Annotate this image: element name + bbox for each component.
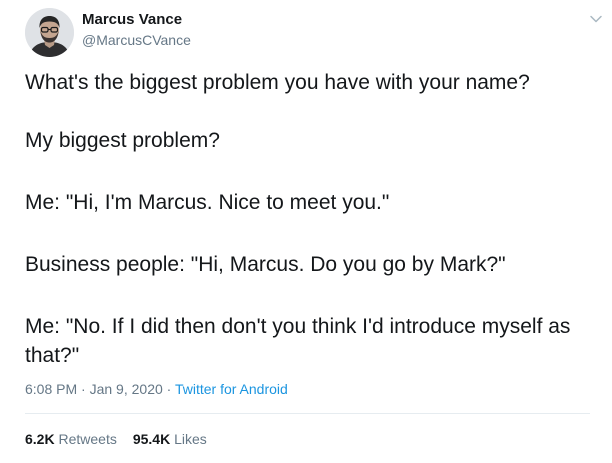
- tweet-paragraph: What's the biggest problem you have with…: [25, 71, 530, 94]
- likes-label: Likes: [174, 431, 207, 447]
- retweets-stat[interactable]: 6.2K Retweets: [25, 431, 117, 448]
- chevron-down-icon[interactable]: [587, 10, 605, 28]
- tweet-paragraph: Business people: "Hi, Marcus. Do you go …: [25, 253, 506, 276]
- tweet-card: Marcus Vance @MarcusCVance What's the bi…: [0, 0, 612, 463]
- avatar[interactable]: [25, 8, 74, 57]
- retweets-label: Retweets: [58, 431, 117, 447]
- tweet-paragraph: Me: "No. If I did then don't you think I…: [25, 315, 571, 367]
- tweet-metadata: 6:08 PM · Jan 9, 2020 · Twitter for Andr…: [25, 381, 288, 398]
- divider: [25, 413, 590, 414]
- meta-separator: ·: [77, 381, 90, 397]
- tweet-source-link[interactable]: Twitter for Android: [175, 381, 288, 397]
- likes-stat[interactable]: 95.4K Likes: [133, 431, 207, 448]
- tweet-date[interactable]: Jan 9, 2020: [90, 381, 163, 397]
- tweet-stats: 6.2K Retweets 95.4K Likes: [25, 431, 207, 448]
- author-name[interactable]: Marcus Vance: [82, 11, 182, 29]
- author-handle[interactable]: @MarcusCVance: [82, 32, 191, 49]
- likes-count: 95.4K: [132, 431, 171, 447]
- avatar-image: [25, 8, 74, 57]
- tweet-paragraph: Me: "Hi, I'm Marcus. Nice to meet you.": [25, 191, 390, 214]
- tweet-paragraph: My biggest problem?: [25, 129, 220, 152]
- retweets-count: 6.2K: [25, 431, 55, 447]
- tweet-time[interactable]: 6:08 PM: [25, 381, 77, 397]
- meta-separator: ·: [162, 381, 175, 397]
